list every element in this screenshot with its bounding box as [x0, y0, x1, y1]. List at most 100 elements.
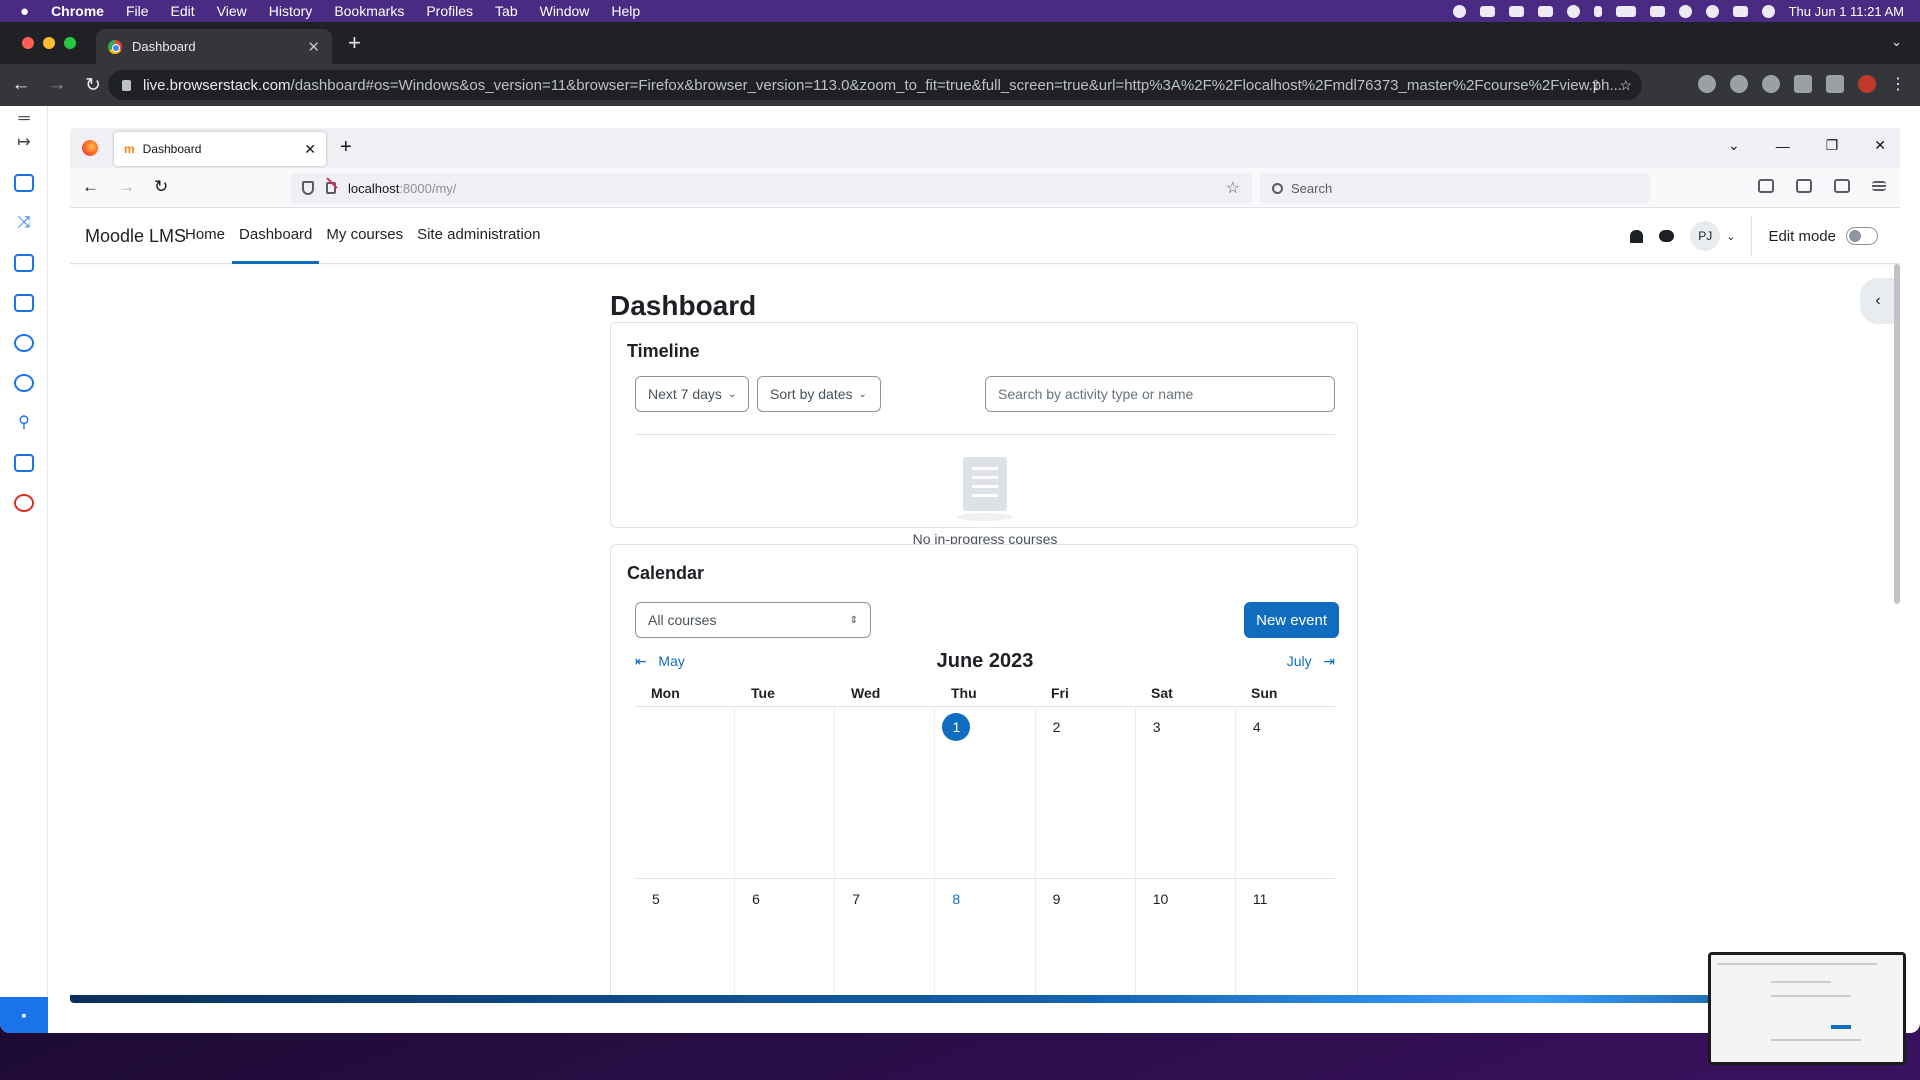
edit-mode-toggle[interactable]	[1846, 227, 1878, 245]
messages-icon[interactable]	[1659, 230, 1675, 242]
user-avatar[interactable]: PJ	[1690, 221, 1721, 251]
firefox-url-bar[interactable]: localhost:8000/my/ ☆	[290, 173, 1252, 203]
lock-icon[interactable]	[122, 79, 131, 91]
restore-icon[interactable]: ❐	[1826, 137, 1839, 154]
expand-arrow-icon[interactable]: ↦	[14, 134, 34, 152]
calendar-day-1[interactable]: 1	[935, 707, 1036, 878]
calendar-day-3[interactable]: 3	[1136, 707, 1236, 878]
devices-icon[interactable]	[14, 174, 34, 192]
timeline-sort-dropdown[interactable]: Sort by dates ⌄	[757, 376, 881, 412]
siri-icon[interactable]	[1761, 4, 1775, 18]
calendar-day-2[interactable]: 2	[1036, 707, 1136, 878]
apple-icon[interactable]: ●	[20, 3, 29, 20]
firefox-forward-button[interactable]: →	[118, 177, 135, 197]
new-tab-button[interactable]: +	[348, 32, 361, 54]
mac-menu-edit[interactable]: Edit	[171, 3, 195, 19]
status-icon-1[interactable]	[1452, 4, 1466, 18]
zoom-window-button[interactable]	[64, 37, 76, 49]
puzzle-icon[interactable]	[1794, 75, 1812, 93]
calendar-day-5[interactable]: 5	[635, 879, 736, 1003]
timeline-day-filter[interactable]: Next 7 days ⌄	[635, 376, 749, 412]
mac-menu-history[interactable]: History	[269, 3, 313, 19]
firefox-search-bar[interactable]: Search	[1260, 173, 1650, 203]
calendar-day-7[interactable]: 7	[835, 879, 936, 1003]
firefox-reload-button[interactable]: ↻	[154, 177, 168, 197]
collapse-menu-icon[interactable]: ═	[14, 110, 34, 128]
mac-menu-view[interactable]: View	[217, 3, 247, 19]
side-panel-icon[interactable]	[1826, 75, 1844, 93]
mac-menu-bookmarks[interactable]: Bookmarks	[334, 3, 404, 19]
calendar-day-8[interactable]: 8	[935, 879, 1036, 1003]
calendar-day-10[interactable]: 10	[1136, 879, 1236, 1003]
volume-icon[interactable]	[1537, 5, 1553, 17]
chrome-address-bar[interactable]: live.browserstack.com/dashboard#os=Windo…	[108, 70, 1642, 100]
bookmark-star-icon[interactable]: ☆	[1226, 178, 1240, 198]
settings-gear-icon[interactable]	[14, 374, 34, 392]
share-icon[interactable]: ⇪	[1590, 77, 1602, 94]
insecure-lock-icon[interactable]	[326, 182, 336, 194]
nav-dashboard[interactable]: Dashboard	[232, 208, 320, 264]
calendar-day-6[interactable]: 6	[735, 879, 836, 1003]
container-icon[interactable]	[1796, 179, 1812, 193]
mac-menu-tab[interactable]: Tab	[495, 3, 518, 19]
reload-button[interactable]: ↻	[78, 74, 108, 97]
screenshot-thumbnail-preview[interactable]	[1708, 952, 1906, 1065]
message-icon[interactable]	[1508, 5, 1524, 17]
bluetooth-icon[interactable]	[1593, 5, 1602, 17]
chat-support-icon[interactable]: ▪	[0, 997, 48, 1033]
mac-menu-file[interactable]: File	[126, 3, 149, 19]
hamburger-menu-icon[interactable]	[1872, 181, 1886, 191]
mac-menu-profiles[interactable]: Profiles	[426, 3, 473, 19]
calendar-course-select[interactable]: All courses ⇕	[635, 602, 871, 638]
mac-menu-help[interactable]: Help	[611, 3, 640, 19]
previous-month-link[interactable]: ⇤ May	[635, 653, 685, 670]
new-event-button[interactable]: New event	[1244, 602, 1339, 638]
nav-site-administration[interactable]: Site administration	[410, 208, 547, 264]
video-icon[interactable]	[14, 254, 34, 272]
mac-menu-window[interactable]: Window	[540, 3, 590, 19]
minimize-icon[interactable]: —	[1776, 138, 1790, 154]
battery-icon[interactable]	[1615, 5, 1636, 17]
page-scrollbar[interactable]	[1894, 264, 1900, 604]
close-tab-icon[interactable]: ✕	[304, 141, 316, 158]
chrome-tab-dashboard[interactable]: Dashboard ✕	[96, 29, 332, 64]
extension-icon-3[interactable]	[1762, 75, 1780, 93]
forward-button[interactable]: →	[42, 74, 72, 96]
calendar-day-11[interactable]: 11	[1236, 879, 1335, 1003]
bug-icon[interactable]	[14, 334, 34, 352]
extension-icon-1[interactable]	[1698, 75, 1716, 93]
close-window-button[interactable]	[22, 37, 34, 49]
nav-home[interactable]: Home	[178, 208, 232, 264]
bookmark-star-icon[interactable]: ☆	[1619, 77, 1632, 94]
minimize-window-button[interactable]	[43, 37, 55, 49]
control-center-icon[interactable]	[1732, 5, 1748, 17]
timeline-search-input[interactable]	[985, 376, 1335, 412]
tab-search-chevron-icon[interactable]: ⌄	[1891, 34, 1902, 50]
nav-my-courses[interactable]: My courses	[319, 208, 410, 264]
shuffle-icon[interactable]: ⤨	[14, 214, 34, 232]
profile-avatar[interactable]	[1858, 75, 1876, 93]
pocket-icon[interactable]	[1758, 179, 1774, 193]
firefox-back-button[interactable]: ←	[82, 177, 99, 197]
stop-session-icon[interactable]	[14, 494, 34, 512]
extensions-icon[interactable]	[1834, 179, 1850, 193]
cloud-icon[interactable]	[1479, 5, 1495, 17]
accessibility-icon[interactable]: ⚲	[14, 414, 34, 432]
menu-bar-clock[interactable]: Thu Jun 1 11:21 AM	[1789, 4, 1904, 19]
next-month-link[interactable]: July ⇥	[1287, 653, 1335, 670]
firefox-new-tab-button[interactable]: +	[340, 136, 352, 159]
close-icon[interactable]: ✕	[1874, 137, 1886, 154]
calendar-day-4[interactable]: 4	[1236, 707, 1335, 878]
list-all-tabs-chevron-icon[interactable]: ⌄	[1728, 137, 1740, 154]
play-icon[interactable]	[1566, 4, 1580, 18]
open-block-drawer-button[interactable]: ‹	[1860, 278, 1896, 324]
firefox-tab-dashboard[interactable]: m Dashboard ✕	[114, 132, 326, 166]
wifi-icon[interactable]	[1649, 5, 1665, 17]
user-menu-chevron-icon[interactable]: ⌄	[1726, 230, 1735, 243]
user-icon[interactable]	[1678, 4, 1692, 18]
site-brand[interactable]: Moodle LMS	[85, 226, 186, 247]
spotlight-icon[interactable]	[1705, 4, 1719, 18]
notifications-bell-icon[interactable]	[1630, 229, 1644, 243]
resize-icon[interactable]	[14, 294, 34, 312]
extension-icon-2[interactable]	[1730, 75, 1748, 93]
